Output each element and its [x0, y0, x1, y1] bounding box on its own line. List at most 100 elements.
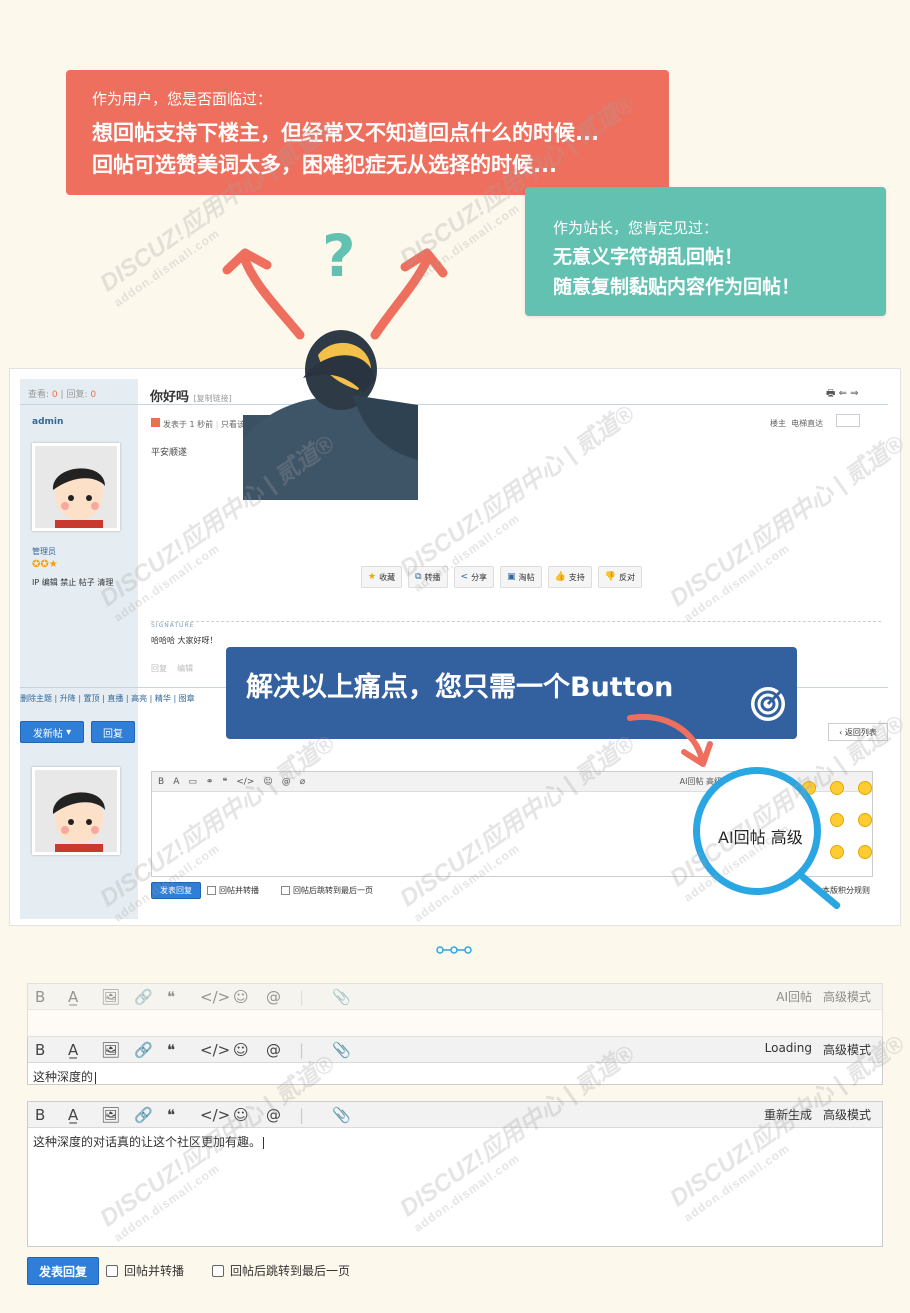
editor-state-loading[interactable]: B A̲ 🖼 🔗 ❝ </> ☺ @ | 📎 Loading 高级模式 这种深度… — [27, 1037, 883, 1085]
bold-icon[interactable]: B — [158, 777, 164, 787]
toolbar-divider: | — [299, 1105, 305, 1124]
copy-link[interactable]: [复制链接] — [194, 394, 232, 403]
emoji-icon[interactable] — [830, 781, 844, 795]
smiley-icon[interactable]: ☺ — [233, 1106, 266, 1124]
at-icon[interactable]: @ — [266, 1041, 299, 1059]
editor-content[interactable] — [28, 1010, 882, 1020]
advanced-mode-link[interactable]: 高级模式 — [823, 1106, 871, 1123]
solution-banner-text: 解决以上痛点，您只需一个Button — [246, 672, 674, 703]
forward-reply-checkbox[interactable]: 回帖并转播 — [106, 1262, 184, 1279]
image-icon[interactable]: 🖼 — [101, 1106, 134, 1124]
share-button[interactable]: < 分享 — [453, 566, 495, 588]
smiley-icon[interactable]: ☺ — [233, 988, 266, 1006]
author-name[interactable]: admin — [32, 417, 63, 427]
floor-jump-input[interactable] — [836, 414, 860, 427]
image-icon[interactable]: ▭ — [188, 777, 197, 787]
new-thread-button[interactable]: 发新帖 ▾ — [20, 721, 84, 743]
user-pain-box: 作为用户，您是否面临过： 想回帖支持下楼主，但经常又不知道回点什么的时候... … — [66, 70, 669, 195]
text-caret — [95, 1071, 97, 1084]
quote-icon[interactable]: ❝ — [167, 1041, 200, 1059]
thread-title: 你好吗 [复制链接] — [150, 390, 232, 405]
post-meta: 发表于 1 秒前 | 只看该 — [151, 418, 245, 430]
emoji-icon[interactable] — [858, 781, 872, 795]
emoji-icon[interactable] — [858, 845, 872, 859]
at-icon[interactable]: @ — [282, 777, 291, 787]
link-icon[interactable]: 🔗 — [134, 988, 167, 1006]
print-prev-next-icon[interactable]: 🖶 ⇐ ⇒ — [826, 386, 859, 403]
collect-thread-button[interactable]: ▣ 淘帖 — [500, 566, 542, 588]
quote-icon[interactable]: ❝ — [222, 777, 227, 787]
signature-label: SIGNATURE — [151, 622, 195, 629]
quote-icon[interactable]: ❝ — [167, 1106, 200, 1124]
signature-text: 哈哈哈 大家好呀！ — [151, 636, 218, 645]
oppose-button[interactable]: 👎 反对 — [597, 566, 643, 588]
at-icon[interactable]: @ — [266, 1106, 299, 1124]
favorite-button[interactable]: ★ 收藏 — [361, 566, 403, 588]
submit-reply-mini-button[interactable]: 发表回复 — [151, 882, 201, 899]
ai-reply-button[interactable]: AI回帖 — [776, 988, 812, 1005]
advanced-mode-link[interactable]: 高级模式 — [823, 988, 871, 1005]
bold-icon[interactable]: B — [35, 988, 68, 1006]
quick-reply-submit-row: 发表回复 回帖并转播 回帖后跳转到最后一页 — [151, 882, 373, 899]
signature-divider — [151, 621, 881, 622]
code-icon[interactable]: </> — [200, 988, 233, 1006]
code-icon[interactable]: </> — [200, 1041, 233, 1059]
code-icon[interactable]: </> — [236, 777, 254, 787]
user-pain-intro: 作为用户，您是否面临过： — [92, 90, 273, 108]
submit-reply-button[interactable]: 发表回复 — [27, 1257, 99, 1285]
font-color-icon[interactable]: A̲ — [68, 1041, 101, 1059]
advanced-mode-link[interactable]: 高级模式 — [823, 1041, 871, 1058]
connector-icon — [436, 946, 472, 954]
reply-button[interactable]: 回复 — [91, 721, 135, 743]
magnified-ai-reply: AI回帖 高级 — [718, 828, 803, 847]
post-footer-actions[interactable]: 回复 编辑 — [151, 663, 193, 674]
support-button[interactable]: 👍 支持 — [547, 566, 592, 588]
user-role[interactable]: 管理员 — [32, 546, 56, 557]
editor-state-idle[interactable]: B A̲ 🖼 🔗 ❝ </> ☺ @ | 📎 AI回帖 高级模式 — [27, 983, 883, 1037]
image-icon[interactable]: 🖼 — [101, 988, 134, 1006]
post-action-bar: ★ 收藏 ⧉ 转播 < 分享 ▣ 淘帖 👍 支持 👎 反对 — [361, 566, 643, 588]
editor-state-generated[interactable]: B A̲ 🖼 🔗 ❝ </> ☺ @ | 📎 重新生成 高级模式 这种深度的对话… — [27, 1101, 883, 1247]
emoji-icon[interactable] — [858, 813, 872, 827]
regenerate-button[interactable]: 重新生成 — [764, 1106, 812, 1123]
editor-toolbar: B A̲ 🖼 🔗 ❝ </> ☺ @ | 📎 Loading 高级模式 — [28, 1037, 882, 1063]
link-icon[interactable]: ⚭ — [206, 777, 214, 787]
attachment-icon[interactable]: 📎 — [332, 1106, 365, 1124]
back-to-list-button[interactable]: ‹ 返回列表 — [828, 723, 888, 741]
share-to-button[interactable]: ⧉ 转播 — [408, 566, 448, 588]
attachment-icon[interactable]: 📎 — [332, 988, 365, 1006]
jump-last-option[interactable]: 回帖后跳转到最后一页 — [281, 885, 373, 896]
admin-pain-line-2: 随意复制黏贴内容作为回帖！ — [553, 276, 801, 298]
attachment-icon[interactable]: ⌀ — [300, 777, 305, 787]
emoji-icon[interactable] — [830, 813, 844, 827]
font-color-icon[interactable]: A̲ — [68, 988, 101, 1006]
image-icon[interactable]: 🖼 — [101, 1041, 134, 1059]
editor-toolbar: B A̲ 🖼 🔗 ❝ </> ☺ @ | 📎 AI回帖 高级模式 — [28, 984, 882, 1010]
jump-last-page-checkbox[interactable]: 回帖后跳转到最后一页 — [212, 1262, 350, 1279]
bold-icon[interactable]: B — [35, 1106, 68, 1124]
forward-option[interactable]: 回帖并转播 — [207, 885, 259, 896]
editor-content[interactable]: 这种深度的 — [28, 1063, 882, 1090]
avatar[interactable] — [32, 443, 120, 531]
admin-user-actions[interactable]: IP 编辑 禁止 帖子 清理 — [32, 577, 113, 588]
confused-person-illustration — [243, 330, 418, 500]
loading-status: Loading — [764, 1041, 812, 1055]
code-icon[interactable]: </> — [200, 1106, 233, 1124]
moderation-bar[interactable]: 删除主题 | 升降 | 置顶 | 直播 | 高亮 | 精华 | 图章 — [20, 693, 195, 704]
smiley-icon[interactable]: ☺ — [233, 1041, 266, 1059]
bold-icon[interactable]: B — [35, 1041, 68, 1059]
question-mark-icon: ? — [322, 222, 356, 290]
smiley-icon[interactable]: ☺ — [263, 777, 272, 787]
link-icon[interactable]: 🔗 — [134, 1041, 167, 1059]
emoji-icon[interactable] — [830, 845, 844, 859]
quote-icon[interactable]: ❝ — [167, 988, 200, 1006]
editor-toolbar: B A̲ 🖼 🔗 ❝ </> ☺ @ | 📎 重新生成 高级模式 — [28, 1102, 882, 1128]
floor-label: 楼主 电梯直达 — [770, 419, 824, 428]
font-color-icon[interactable]: A̲ — [68, 1106, 101, 1124]
attachment-icon[interactable]: 📎 — [332, 1041, 365, 1059]
editor-content[interactable]: 这种深度的对话真的让这个社区更加有趣。 — [28, 1128, 882, 1155]
thread-stats: 查看: 0 | 回复: 0 — [28, 390, 97, 400]
at-icon[interactable]: @ — [266, 988, 299, 1006]
link-icon[interactable]: 🔗 — [134, 1106, 167, 1124]
font-color-icon[interactable]: A — [173, 777, 179, 787]
